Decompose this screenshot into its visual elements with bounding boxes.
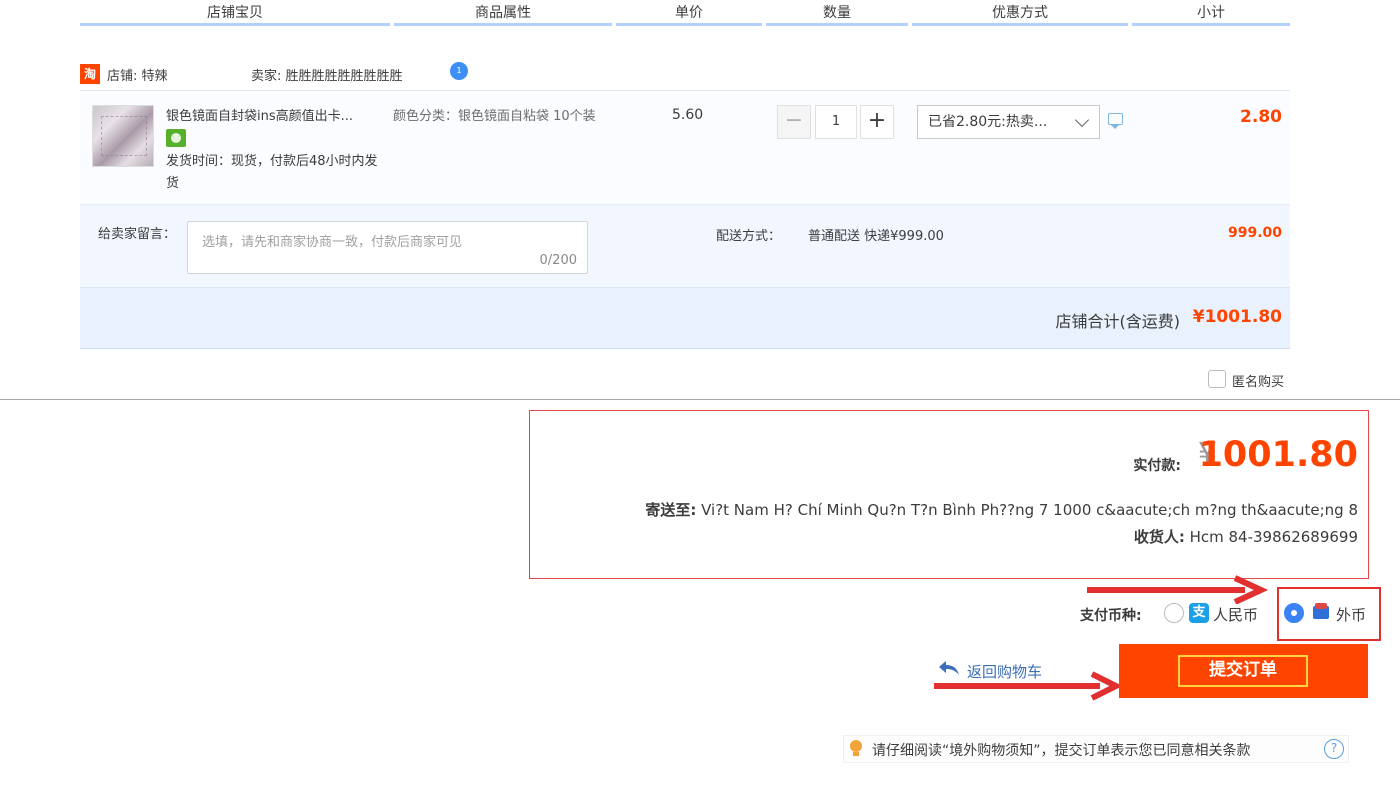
shipping-method-label: 配送方式： bbox=[716, 229, 782, 244]
header-shop-item: 店铺宝贝 bbox=[80, 0, 390, 26]
header-attributes: 商品属性 bbox=[394, 0, 612, 26]
chevron-down-icon bbox=[1074, 112, 1090, 128]
receiver-value: Hcm 84-39862689699 bbox=[1189, 528, 1358, 546]
quantity-increase-button[interactable]: + bbox=[860, 105, 894, 139]
shop-total-label: 店铺合计(含运费) bbox=[1055, 312, 1181, 331]
comment-icon[interactable] bbox=[1108, 113, 1123, 129]
seller-message-label: 给卖家留言： bbox=[98, 227, 177, 242]
promotion-select[interactable]: 已省2.80元:热卖... bbox=[917, 105, 1100, 139]
product-attribute: 颜色分类：银色镜面自粘袋 10个装 bbox=[393, 109, 596, 124]
product-thumbnail[interactable] bbox=[92, 105, 154, 167]
alipay-icon: 支 bbox=[1189, 603, 1209, 623]
shop-name-link[interactable]: 店铺: 特辣 bbox=[107, 65, 168, 84]
back-arrow-icon[interactable] bbox=[938, 660, 960, 676]
header-unit-price: 单价 bbox=[616, 0, 762, 26]
shipping-method-value: 普通配送 快递¥999.00 bbox=[808, 229, 944, 244]
quantity-input[interactable]: 1 bbox=[815, 105, 857, 139]
quantity-decrease-button[interactable]: − bbox=[777, 105, 811, 139]
seller-message-placeholder: 选填，请先和商家协商一致，付款后商家可见 bbox=[202, 235, 463, 250]
currency-rmb-label[interactable]: 人民币 bbox=[1213, 604, 1258, 625]
promotion-selected-value: 已省2.80元:热卖... bbox=[928, 114, 1048, 130]
receiver-label: 收货人: bbox=[1133, 528, 1185, 546]
taobao-logo-icon: 淘 bbox=[80, 64, 100, 84]
overseas-notice-text[interactable]: 请仔细阅读“境外购物须知”，提交订单表示您已同意相关条款 bbox=[872, 740, 1251, 760]
order-table-header: 店铺宝贝 商品属性 单价 数量 优惠方式 小计 bbox=[80, 0, 1290, 28]
shipping-fee: 999.00 bbox=[1227, 225, 1282, 241]
ship-to-label: 寄送至: bbox=[645, 501, 697, 519]
table-row: 银色镜面自封袋ins高颜值出卡... 发货时间：现货，付款后48小时内发货 颜色… bbox=[80, 91, 1290, 205]
currency-foreign-radio[interactable] bbox=[1284, 603, 1304, 623]
back-to-cart-link[interactable]: 返回购物车 bbox=[967, 661, 1042, 682]
shop-total-value: ¥1001.80 bbox=[1192, 307, 1282, 327]
anonymous-purchase-label[interactable]: 匿名购买 bbox=[1232, 371, 1284, 390]
submit-order-button[interactable]: 提交订单 bbox=[1119, 644, 1368, 698]
payment-currency-label: 支付币种: bbox=[1080, 608, 1142, 624]
seller-message-counter: 0/200 bbox=[539, 253, 577, 268]
product-title-link[interactable]: 银色镜面自封袋ins高颜值出卡... bbox=[166, 105, 382, 124]
ship-time-text: 发货时间：现货，付款后48小时内发货 bbox=[166, 154, 378, 191]
header-subtotal: 小计 bbox=[1132, 0, 1290, 26]
help-icon[interactable]: ? bbox=[1324, 739, 1344, 759]
shop-info-row: 淘 店铺: 特辣 卖家: 胜胜胜胜胜胜胜胜胜 1 bbox=[80, 62, 1290, 86]
annotation-arrow-right-icon bbox=[1087, 575, 1269, 604]
actual-payment-amount: 1001.80 bbox=[1198, 435, 1358, 475]
header-quantity: 数量 bbox=[766, 0, 908, 26]
currency-foreign-label[interactable]: 外币 bbox=[1336, 604, 1366, 625]
wangwang-chat-icon[interactable]: 1 bbox=[450, 62, 468, 80]
seller-name[interactable]: 卖家: 胜胜胜胜胜胜胜胜胜 bbox=[251, 65, 403, 84]
unit-price: 5.60 bbox=[672, 107, 704, 123]
payment-summary-box: 实付款: ¥ 1001.80 寄送至: Vi?t Nam H? Chí Minh… bbox=[529, 410, 1369, 579]
shop-total-bar: 店铺合计(含运费) ¥1001.80 bbox=[80, 287, 1290, 349]
screenshot-divider bbox=[0, 399, 1400, 400]
header-promotion: 优惠方式 bbox=[912, 0, 1128, 26]
item-subtotal: 2.80 bbox=[1240, 107, 1282, 127]
seller-guarantee-icon bbox=[166, 129, 186, 147]
lightbulb-icon bbox=[850, 740, 862, 756]
receiver-row: 收货人: Hcm 84-39862689699 bbox=[1134, 526, 1358, 547]
currency-rmb-radio[interactable] bbox=[1164, 603, 1184, 623]
anonymous-purchase-checkbox[interactable] bbox=[1208, 370, 1226, 388]
submit-order-label: 提交订单 bbox=[1178, 655, 1308, 687]
ship-to-row: 寄送至: Vi?t Nam H? Chí Minh Qu?n T?n Bình … bbox=[645, 499, 1358, 520]
card-icon bbox=[1313, 603, 1329, 619]
seller-message-input[interactable]: 选填，请先和商家协商一致，付款后商家可见 0/200 bbox=[187, 221, 588, 274]
actual-payment-label: 实付款: bbox=[1133, 458, 1181, 474]
overseas-notice-bar: 请仔细阅读“境外购物须知”，提交订单表示您已同意相关条款 ? bbox=[843, 735, 1349, 763]
ship-to-address: Vi?t Nam H? Chí Minh Qu?n T?n Bình Ph??n… bbox=[701, 501, 1358, 519]
quantity-stepper: − 1 + bbox=[777, 105, 895, 139]
order-item-section: 银色镜面自封袋ins高颜值出卡... 发货时间：现货，付款后48小时内发货 颜色… bbox=[80, 90, 1290, 349]
